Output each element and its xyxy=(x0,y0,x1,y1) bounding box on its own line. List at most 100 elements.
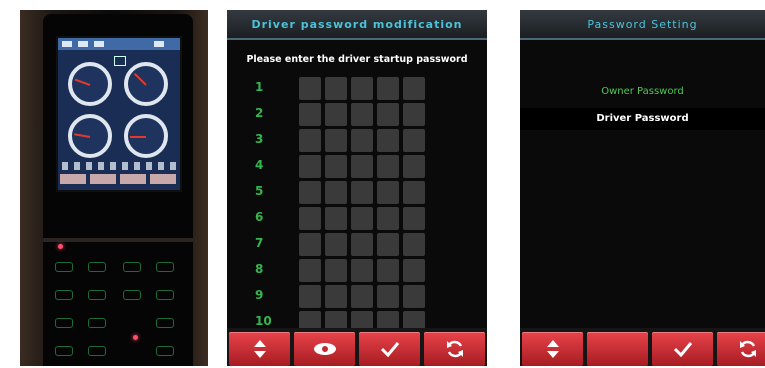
row-number: 6 xyxy=(255,210,264,224)
row-number: 7 xyxy=(255,236,264,250)
password-digit-box[interactable] xyxy=(403,285,425,308)
keypad-key[interactable] xyxy=(156,262,174,272)
password-digit-box[interactable] xyxy=(377,155,399,178)
password-digit-box[interactable] xyxy=(299,259,321,282)
menu-item-driver-password[interactable]: Driver Password xyxy=(520,108,765,130)
scroll-softkey[interactable] xyxy=(522,332,583,366)
password-row: 9 xyxy=(255,284,465,310)
password-digit-box[interactable] xyxy=(351,181,373,204)
password-digit-box[interactable] xyxy=(325,259,347,282)
password-digit-box[interactable] xyxy=(377,285,399,308)
device-dashboard-screen xyxy=(56,36,182,192)
show-password-softkey[interactable] xyxy=(294,332,355,366)
back-softkey[interactable] xyxy=(424,332,485,366)
password-digit-box[interactable] xyxy=(403,207,425,230)
back-softkey[interactable] xyxy=(717,332,765,366)
indicator-icons-row xyxy=(62,162,176,170)
password-digit-box[interactable] xyxy=(403,129,425,152)
keypad-key[interactable] xyxy=(55,318,73,328)
password-digit-box[interactable] xyxy=(325,207,347,230)
password-digit-box[interactable] xyxy=(377,181,399,204)
password-digit-box[interactable] xyxy=(351,129,373,152)
password-digit-box[interactable] xyxy=(299,77,321,100)
password-digit-box[interactable] xyxy=(325,285,347,308)
password-digit-box[interactable] xyxy=(325,181,347,204)
status-bar xyxy=(58,38,180,50)
password-digit-box[interactable] xyxy=(325,103,347,126)
password-digit-box[interactable] xyxy=(351,103,373,126)
password-row: 2 xyxy=(255,102,465,128)
up-down-arrows-icon xyxy=(253,340,266,358)
password-row: 4 xyxy=(255,154,465,180)
password-digit-box[interactable] xyxy=(403,259,425,282)
password-digit-box[interactable] xyxy=(299,233,321,256)
keypad-key[interactable] xyxy=(55,290,73,300)
password-digit-box[interactable] xyxy=(377,259,399,282)
gauge-icon xyxy=(124,114,168,158)
password-digit-box[interactable] xyxy=(299,129,321,152)
password-row: 8 xyxy=(255,258,465,284)
password-digit-box[interactable] xyxy=(299,103,321,126)
password-digit-box[interactable] xyxy=(403,233,425,256)
row-number: 3 xyxy=(255,132,264,146)
password-digit-box[interactable] xyxy=(351,233,373,256)
gauge-icon xyxy=(68,114,112,158)
password-row: 6 xyxy=(255,206,465,232)
password-digit-box[interactable] xyxy=(403,77,425,100)
confirm-softkey[interactable] xyxy=(359,332,420,366)
keypad-key[interactable] xyxy=(88,346,106,356)
row-number: 4 xyxy=(255,158,264,172)
password-digit-box[interactable] xyxy=(351,77,373,100)
password-digit-box[interactable] xyxy=(403,103,425,126)
confirm-softkey[interactable] xyxy=(652,332,713,366)
password-digit-box[interactable] xyxy=(377,103,399,126)
password-digit-box[interactable] xyxy=(351,285,373,308)
keypad-key[interactable] xyxy=(88,290,106,300)
password-digit-box[interactable] xyxy=(351,207,373,230)
password-digit-box[interactable] xyxy=(351,155,373,178)
battery-icon xyxy=(114,56,126,66)
password-digit-box[interactable] xyxy=(403,155,425,178)
device-hinge xyxy=(43,238,193,242)
keypad-key[interactable] xyxy=(123,290,141,300)
scroll-softkey[interactable] xyxy=(229,332,290,366)
password-digit-box[interactable] xyxy=(351,259,373,282)
keypad-key[interactable] xyxy=(156,318,174,328)
password-row: 5 xyxy=(255,180,465,206)
keypad-key[interactable] xyxy=(55,262,73,272)
password-digit-box[interactable] xyxy=(377,129,399,152)
screen-title: Password Setting xyxy=(520,10,765,40)
password-digit-box[interactable] xyxy=(377,77,399,100)
password-row: 1 xyxy=(255,76,465,102)
keypad-key[interactable] xyxy=(156,346,174,356)
password-digit-box[interactable] xyxy=(299,207,321,230)
keypad-key[interactable] xyxy=(88,318,106,328)
led-indicator xyxy=(133,335,138,340)
row-number: 8 xyxy=(255,262,264,276)
led-indicator xyxy=(58,244,63,249)
password-digit-box[interactable] xyxy=(377,207,399,230)
status-icon xyxy=(154,41,164,47)
password-digit-box[interactable] xyxy=(325,233,347,256)
password-digit-box[interactable] xyxy=(403,181,425,204)
menu-item-owner-password[interactable]: Owner Password xyxy=(520,82,765,102)
password-digit-box[interactable] xyxy=(325,77,347,100)
password-setting-screen: Password Setting Owner Password Driver P… xyxy=(520,10,765,366)
password-row: 7 xyxy=(255,232,465,258)
gauge-icon xyxy=(68,62,112,106)
blank-softkey[interactable] xyxy=(587,332,648,366)
password-digit-box[interactable] xyxy=(299,285,321,308)
keypad-key[interactable] xyxy=(123,262,141,272)
password-digit-box[interactable] xyxy=(299,181,321,204)
password-digit-box[interactable] xyxy=(325,129,347,152)
password-digit-box[interactable] xyxy=(325,155,347,178)
keypad-key[interactable] xyxy=(156,290,174,300)
keypad-key[interactable] xyxy=(55,346,73,356)
up-down-arrows-icon xyxy=(546,340,559,358)
password-digit-box[interactable] xyxy=(377,233,399,256)
device-body xyxy=(43,14,193,366)
row-number: 1 xyxy=(255,80,264,94)
password-digit-box[interactable] xyxy=(299,155,321,178)
keypad-key[interactable] xyxy=(88,262,106,272)
status-icon xyxy=(94,41,104,47)
